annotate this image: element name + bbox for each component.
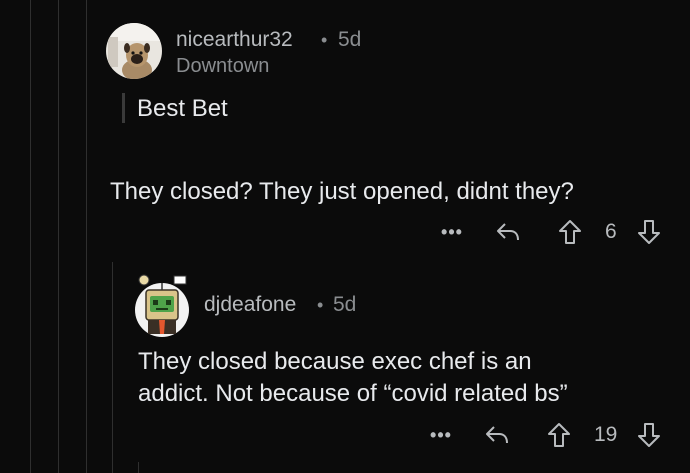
vote-count: 19 <box>594 423 618 446</box>
upvote-button[interactable] <box>544 420 574 450</box>
avatar[interactable] <box>106 23 162 79</box>
reply-icon <box>497 223 519 241</box>
separator-dot: • <box>317 295 324 315</box>
downvote-arrow-icon <box>638 423 660 447</box>
more-options-button[interactable]: ••• <box>425 424 457 446</box>
pug-photo-avatar-icon <box>106 23 162 79</box>
robot-avatar-icon <box>135 274 189 337</box>
reply-button[interactable] <box>493 218 523 246</box>
user-flair: Downtown <box>176 55 270 77</box>
downvote-arrow-icon <box>638 220 660 244</box>
vote-count: 6 <box>605 220 617 243</box>
upvote-arrow-icon <box>548 423 570 447</box>
comment-age: 5d <box>338 28 362 51</box>
more-options-button[interactable]: ••• <box>436 221 468 243</box>
comment-age: 5d <box>333 293 357 316</box>
comment-thread: nicearthur32 • 5d Downtown Best Bet They… <box>0 0 690 473</box>
username[interactable]: djdeafone <box>204 293 296 317</box>
upvote-button[interactable] <box>555 217 585 247</box>
downvote-button[interactable] <box>634 420 664 450</box>
quote-text: Best Bet <box>137 95 228 122</box>
comment-body: They closed? They just opened, didnt the… <box>110 178 574 205</box>
reply-button[interactable] <box>482 421 512 449</box>
comment: nicearthur32 • 5d Downtown Best Bet They… <box>0 0 690 260</box>
reply-icon <box>486 426 508 444</box>
upvote-arrow-icon <box>559 220 581 244</box>
quote-bar <box>122 93 125 123</box>
comment-body-line: addict. Not because of “covid related bs… <box>138 380 568 407</box>
comment: djdeafone • 5d They closed because exec … <box>0 260 690 473</box>
separator-dot: • <box>321 30 328 50</box>
username[interactable]: nicearthur32 <box>176 28 293 52</box>
avatar[interactable] <box>134 268 190 338</box>
downvote-button[interactable] <box>634 217 664 247</box>
comment-body-line: They closed because exec chef is an <box>138 348 532 375</box>
